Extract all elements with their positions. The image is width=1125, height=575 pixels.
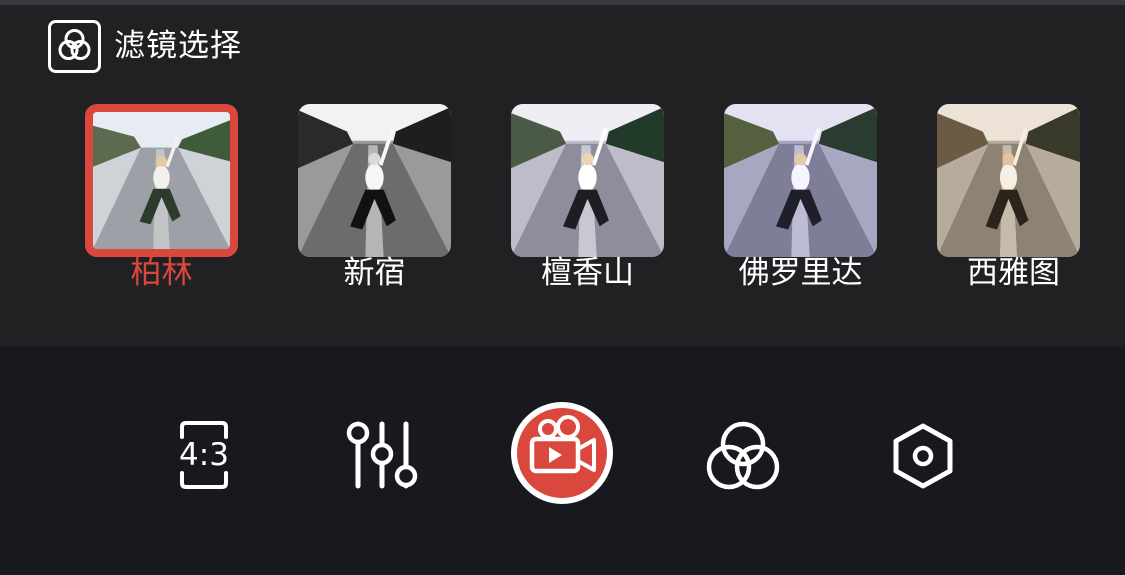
filter-button[interactable] bbox=[706, 421, 780, 491]
filter-thumbnail[interactable] bbox=[511, 104, 664, 257]
panel-title: 滤镜选择 bbox=[114, 28, 242, 64]
filter-label: 新宿 bbox=[343, 255, 406, 291]
filter-label: 柏林 bbox=[130, 255, 193, 291]
filter-panel: 滤镜选择 柏林 新宿 檀香山 佛罗里达 西雅图 bbox=[0, 0, 1125, 347]
record-button[interactable] bbox=[508, 399, 616, 507]
filter-label: 檀香山 bbox=[541, 255, 634, 291]
photo-thumbnail bbox=[724, 104, 877, 257]
filter-label: 佛罗里达 bbox=[738, 255, 863, 291]
settings-button[interactable] bbox=[892, 423, 954, 489]
filter-list[interactable]: 柏林 新宿 檀香山 佛罗里达 西雅图 bbox=[0, 104, 1125, 304]
photo-thumbnail bbox=[511, 104, 664, 257]
sliders-icon bbox=[346, 421, 418, 489]
aspect-ratio-label: 4:3 bbox=[179, 437, 229, 473]
video-camera-icon bbox=[511, 402, 613, 504]
filter-thumbnail[interactable] bbox=[724, 104, 877, 257]
photo-thumbnail bbox=[937, 104, 1080, 257]
filter-thumbnail[interactable] bbox=[85, 104, 238, 257]
filter-circles-icon bbox=[706, 421, 780, 490]
hexagon-settings-icon bbox=[893, 423, 953, 489]
filter-label: 西雅图 bbox=[967, 255, 1060, 291]
top-divider bbox=[0, 0, 1125, 5]
filter-thumbnail[interactable] bbox=[937, 104, 1080, 257]
filter-circles-icon bbox=[48, 20, 101, 73]
photo-thumbnail bbox=[93, 112, 230, 249]
filter-thumbnail[interactable] bbox=[298, 104, 451, 257]
aspect-ratio-button[interactable]: 4:3 bbox=[178, 421, 230, 489]
photo-thumbnail bbox=[298, 104, 451, 257]
adjust-button[interactable] bbox=[345, 420, 421, 490]
